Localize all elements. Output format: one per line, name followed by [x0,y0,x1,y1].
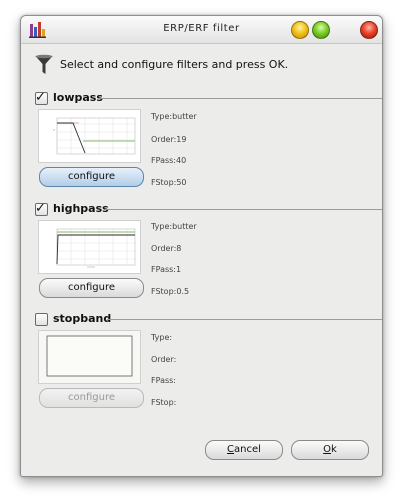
stopband-fpass: FPass: [151,376,176,385]
title-bar[interactable]: ERP/ERF filter [21,16,382,44]
cancel-button[interactable]: Cancel [205,440,283,460]
section-divider [105,209,382,210]
lowpass-fpass: FPass:40 [151,156,187,165]
stopband-order: Order: [151,355,177,364]
stopband-response-thumbnail [38,330,141,384]
filter-funnel-icon [35,54,53,74]
highpass-fpass: FPass:1 [151,265,182,274]
cancel-label: ancel [234,444,261,455]
highpass-section: ✓ highpass configure Type:butter Order:8… [21,201,382,313]
stopband-configure-button[interactable]: configure [39,388,144,408]
instruction-text: Select and configure filters and press O… [60,58,289,71]
highpass-checkbox[interactable]: ✓ [35,201,48,216]
lowpass-configure-button[interactable]: configure [39,167,144,187]
highpass-fstop: FStop:0.5 [151,287,190,296]
stopband-fstop: FStop: [151,398,177,407]
lowpass-label: lowpass [53,91,103,104]
check-mark-icon: ✓ [35,201,46,216]
section-divider [99,98,382,99]
highpass-configure-button[interactable]: configure [39,278,144,298]
highpass-order: Order:8 [151,244,182,253]
filter-dialog-window: ERP/ERF filter Select and configure filt… [20,15,383,477]
lowpass-section: ✓ lowpass configure Type:butter Order:19… [21,90,382,202]
maximize-button[interactable] [312,21,330,39]
lowpass-response-thumbnail [38,109,141,163]
lowpass-order: Order:19 [151,135,187,144]
stopband-checkbox[interactable] [35,313,48,326]
highpass-type: Type:butter [151,222,197,231]
lowpass-checkbox[interactable]: ✓ [35,90,48,105]
highpass-response-thumbnail [38,220,141,274]
ok-mnemonic: O [323,444,332,455]
highpass-label: highpass [53,202,109,215]
stopband-label: stopband [53,312,112,325]
stopband-section: stopband configure Type: Order: FPass: F… [21,312,382,423]
ok-label: k [331,444,337,455]
close-button[interactable] [360,21,378,39]
minimize-button[interactable] [291,21,309,39]
lowpass-fstop: FStop:50 [151,178,187,187]
lowpass-type: Type:butter [151,112,197,121]
section-divider [107,319,382,320]
check-mark-icon: ✓ [35,90,46,105]
ok-button[interactable]: Ok [291,440,369,460]
cancel-mnemonic: C [227,444,235,455]
stopband-type: Type: [151,333,173,342]
